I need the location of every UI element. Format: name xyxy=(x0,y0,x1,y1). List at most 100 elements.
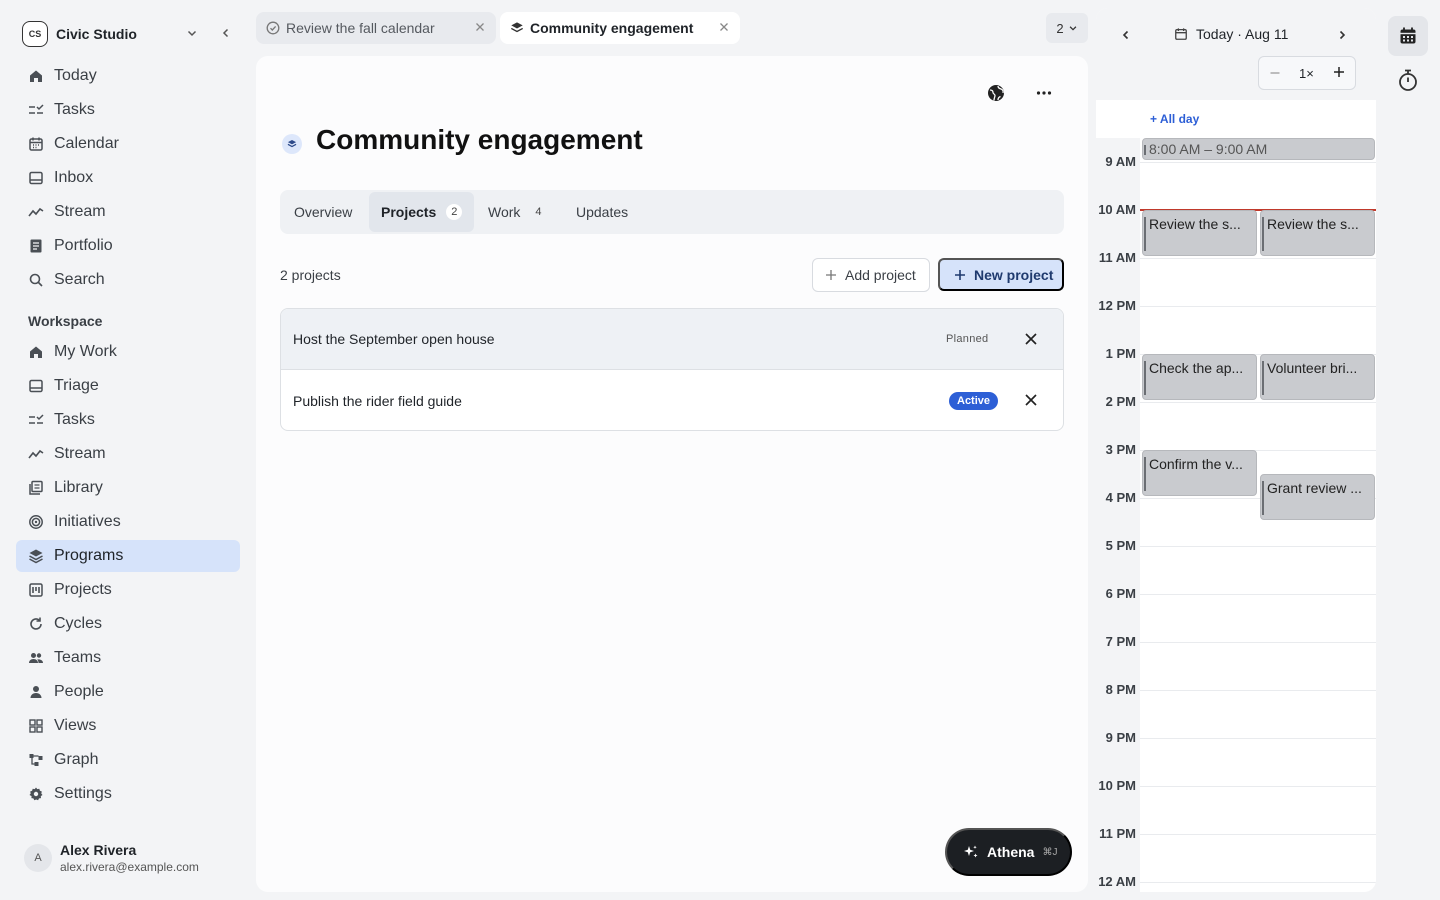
cycle-icon xyxy=(28,616,44,632)
hour-line xyxy=(1140,402,1376,403)
project-name[interactable]: Host the September open house xyxy=(293,331,495,347)
nav-projects[interactable]: Projects xyxy=(16,574,240,606)
layers-icon xyxy=(510,21,524,35)
stream-icon xyxy=(28,446,44,462)
globe-icon[interactable] xyxy=(986,83,1006,103)
nav-portfolio[interactable]: Portfolio xyxy=(16,230,240,262)
nav-ws-stream[interactable]: Stream xyxy=(16,438,240,470)
collapse-sidebar-icon[interactable] xyxy=(220,27,232,39)
nav-people[interactable]: People xyxy=(16,676,240,708)
nav-label: My Work xyxy=(54,343,117,360)
athena-label: Athena xyxy=(987,844,1035,860)
calendar-panel-toggle[interactable] xyxy=(1388,16,1428,56)
workspace-name: Civic Studio xyxy=(56,26,137,42)
remove-project-icon[interactable] xyxy=(1023,392,1039,408)
more-options-icon[interactable] xyxy=(1034,83,1054,103)
nav-label: Today xyxy=(54,67,97,84)
calendar-panel: Today · Aug 11 1× + All day 9 AM 10 AM 1… xyxy=(1096,8,1376,892)
hour-line xyxy=(1140,306,1376,307)
nav-label: Programs xyxy=(54,547,124,564)
nav-library[interactable]: Library xyxy=(16,472,240,504)
nav-graph[interactable]: Graph xyxy=(16,744,240,776)
workspace-switcher[interactable]: CS Civic Studio xyxy=(22,20,242,48)
previous-day-icon[interactable] xyxy=(1120,29,1132,41)
close-icon[interactable] xyxy=(474,21,486,33)
calendar-event[interactable]: Review the s... xyxy=(1260,210,1375,256)
nav-label: Inbox xyxy=(54,169,94,186)
nav-label: People xyxy=(54,683,104,700)
nav-my-work[interactable]: My Work xyxy=(16,336,240,368)
workspace-section-label: Workspace xyxy=(28,313,103,329)
nav-views[interactable]: Views xyxy=(16,710,240,742)
new-project-button[interactable]: New project xyxy=(938,258,1064,291)
nav-initiatives[interactable]: Initiatives xyxy=(16,506,240,538)
zoom-in-icon[interactable] xyxy=(1333,66,1345,78)
tab-community-engagement[interactable]: Community engagement xyxy=(500,12,740,44)
nav-label: Stream xyxy=(54,445,106,462)
athena-assistant-button[interactable]: Athena ⌘J xyxy=(945,828,1072,876)
tab-updates[interactable]: Updates xyxy=(564,192,644,232)
hour-label: 3 PM xyxy=(1105,442,1136,457)
nav-cycles[interactable]: Cycles xyxy=(16,608,240,640)
calendar-event[interactable]: Review the s... xyxy=(1142,210,1257,256)
hour-line xyxy=(1140,546,1376,547)
nav-teams[interactable]: Teams xyxy=(16,642,240,674)
nav-label: Settings xyxy=(54,785,112,802)
nav-search[interactable]: Search xyxy=(16,264,240,296)
chevron-down-icon[interactable] xyxy=(186,27,198,39)
project-row[interactable]: Publish the rider field guide Active xyxy=(281,370,1063,430)
person-icon xyxy=(28,684,44,700)
calendar-event[interactable]: Volunteer bri... xyxy=(1260,354,1375,400)
keyboard-shortcut: ⌘J xyxy=(1042,846,1058,858)
sidebar: CS Civic Studio Today Tasks Calendar Inb… xyxy=(0,0,256,900)
tab-work[interactable]: Work 4 xyxy=(476,192,566,232)
project-count: 2 projects xyxy=(280,267,341,283)
project-name[interactable]: Publish the rider field guide xyxy=(293,393,462,409)
graph-icon xyxy=(28,752,44,768)
nav-stream[interactable]: Stream xyxy=(16,196,240,228)
calendar-event[interactable]: 8:00 AM – 9:00 AM xyxy=(1142,138,1375,160)
tab-count-value: 2 xyxy=(1056,20,1064,36)
nav-today[interactable]: Today xyxy=(16,60,240,92)
next-day-icon[interactable] xyxy=(1336,29,1348,41)
nav-inbox[interactable]: Inbox xyxy=(16,162,240,194)
nav-tasks[interactable]: Tasks xyxy=(16,94,240,126)
nav-triage[interactable]: Triage xyxy=(16,370,240,402)
user-profile[interactable]: A Alex Rivera alex.rivera@example.com xyxy=(24,842,199,876)
hour-label: 8 PM xyxy=(1105,682,1136,697)
user-email: alex.rivera@example.com xyxy=(60,860,199,874)
nav-label: Library xyxy=(54,479,103,496)
project-row[interactable]: Host the September open house Planned xyxy=(281,309,1063,370)
tab-review-fall-calendar[interactable]: Review the fall calendar xyxy=(256,12,496,44)
nav-ws-tasks[interactable]: Tasks xyxy=(16,404,240,436)
calendar-event[interactable]: Grant review ... xyxy=(1260,474,1375,520)
hour-line xyxy=(1140,882,1376,883)
calendar-date-picker[interactable]: Today · Aug 11 xyxy=(1174,26,1288,42)
add-all-day-link[interactable]: + All day xyxy=(1150,112,1199,126)
open-tabs-dropdown[interactable]: 2 xyxy=(1046,13,1088,43)
hour-label: 5 PM xyxy=(1105,538,1136,553)
nav-label: Tasks xyxy=(54,411,95,428)
tab-projects[interactable]: Projects 2 xyxy=(369,192,474,232)
tab-overview[interactable]: Overview xyxy=(282,192,370,232)
calendar-event[interactable]: Check the ap... xyxy=(1142,354,1257,400)
nav-settings[interactable]: Settings xyxy=(16,778,240,810)
timer-icon[interactable] xyxy=(1396,68,1420,92)
hour-label: 9 AM xyxy=(1105,154,1136,169)
add-project-label: Add project xyxy=(845,267,916,283)
home-icon xyxy=(28,344,44,360)
hour-label: 4 PM xyxy=(1105,490,1136,505)
nav-calendar[interactable]: Calendar xyxy=(16,128,240,160)
calendar-icon xyxy=(1174,27,1188,41)
remove-project-icon[interactable] xyxy=(1023,331,1039,347)
add-project-button[interactable]: Add project xyxy=(812,258,930,292)
zoom-out-icon[interactable] xyxy=(1269,67,1281,79)
close-icon[interactable] xyxy=(718,21,730,33)
nav-programs[interactable]: Programs xyxy=(16,540,240,572)
calendar-day-grid[interactable]: 9 AM 10 AM 11 AM 12 PM 1 PM 2 PM 3 PM 4 … xyxy=(1096,138,1376,892)
hour-line xyxy=(1140,258,1376,259)
calendar-event[interactable]: Confirm the v... xyxy=(1142,450,1257,496)
tab-label: Work xyxy=(488,204,521,220)
nav-label: Cycles xyxy=(54,615,103,632)
inbox-icon xyxy=(28,170,44,186)
